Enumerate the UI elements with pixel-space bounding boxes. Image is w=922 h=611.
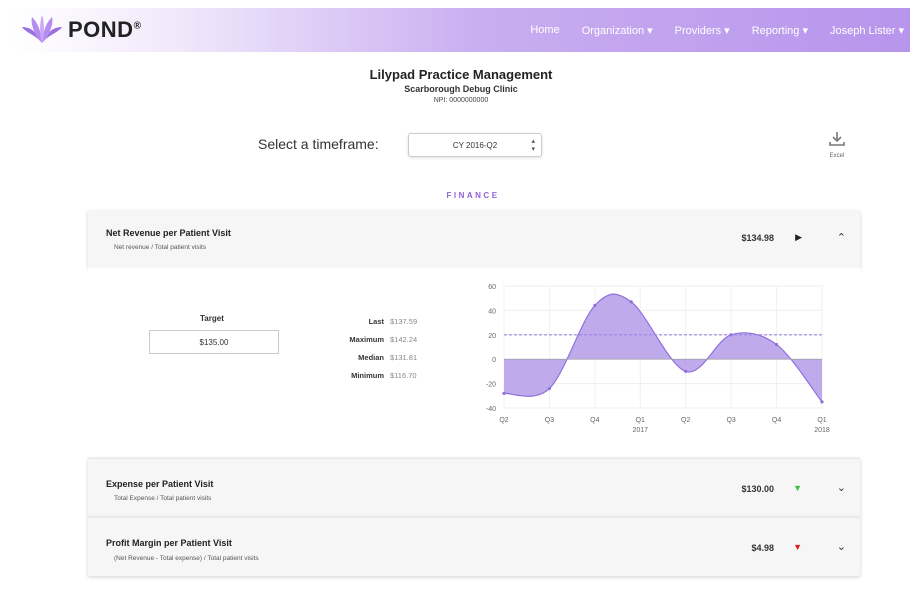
- metric-title: Net Revenue per Patient Visit: [106, 228, 231, 238]
- nav-menu: Home Organization ▾ Providers ▾ Reportin…: [508, 8, 904, 52]
- data-point: [729, 333, 733, 337]
- download-label: Excel: [829, 153, 845, 159]
- trend-down-red-icon: ▼: [793, 542, 802, 552]
- metric-formula: (Net Revenue - Total expense) / Total pa…: [114, 555, 259, 562]
- x-tick-label: Q4: [590, 417, 599, 424]
- timeframe-value: CY 2016-Q2: [452, 140, 498, 150]
- x-tick-label: Q1: [636, 417, 645, 424]
- lily-logo-icon: [22, 15, 62, 43]
- nav-providers[interactable]: Providers ▾: [675, 24, 730, 37]
- data-point: [547, 386, 552, 391]
- data-point: [593, 303, 597, 308]
- y-tick-label: -40: [486, 406, 496, 413]
- x-tick-year-label: 2017: [632, 427, 648, 434]
- metric-value: $134.98: [741, 233, 774, 243]
- npi-number: NPI: 0000000000: [433, 97, 489, 104]
- stat-median: Median $131.81: [318, 348, 438, 366]
- nav-organization[interactable]: Organization ▾: [582, 24, 653, 37]
- nav-user-menu[interactable]: Joseph Lister ▾: [830, 24, 904, 37]
- target-label: Target: [200, 314, 224, 323]
- stat-key: Maximum: [349, 334, 384, 344]
- metric-formula: Net revenue / Total patient visits: [114, 244, 207, 251]
- nav-reporting[interactable]: Reporting ▾: [752, 24, 808, 37]
- data-point: [502, 391, 506, 395]
- data-point: [820, 400, 824, 404]
- x-tick-year-label: 2018: [814, 427, 830, 434]
- stat-last: Last $137.59: [318, 312, 438, 330]
- x-tick-label: Q4: [772, 417, 781, 424]
- top-navbar: POND® Home Organization ▾ Providers ▾ Re…: [12, 8, 910, 52]
- data-point: [774, 342, 779, 347]
- metric-formula: Total Expense / Total patient visits: [114, 495, 212, 502]
- data-point: [629, 300, 633, 304]
- x-tick-label: Q2: [681, 417, 690, 424]
- chevron-down-icon[interactable]: ⌄: [837, 540, 846, 553]
- y-tick-label: 0: [492, 357, 496, 364]
- trend-down-green-icon: ▼: [793, 483, 802, 493]
- nav-home[interactable]: Home: [530, 24, 559, 36]
- chevron-down-icon[interactable]: ⌄: [837, 481, 846, 494]
- y-tick-label: 20: [488, 333, 496, 340]
- stat-value: $131.81: [390, 352, 418, 362]
- x-tick-label: Q3: [545, 417, 554, 424]
- metric-value: $130.00: [741, 484, 774, 494]
- metric-value: $4.98: [751, 543, 774, 553]
- stat-key: Last: [368, 316, 384, 326]
- section-heading: FINANCE: [446, 191, 500, 200]
- stat-minimum: Minimum $116.70: [318, 366, 438, 384]
- timeframe-label: Select a timeframe:: [258, 136, 379, 152]
- stat-key: Minimum: [351, 370, 384, 380]
- y-tick-label: -20: [486, 382, 496, 389]
- stat-value: $142.24: [390, 334, 418, 344]
- x-tick-label: Q3: [726, 417, 735, 424]
- stat-value: $137.59: [390, 316, 418, 326]
- metric-title: Expense per Patient Visit: [106, 479, 214, 489]
- y-tick-label: 60: [488, 284, 496, 291]
- chevron-up-icon[interactable]: ⌃: [837, 231, 846, 244]
- brand[interactable]: POND®: [22, 14, 141, 46]
- net-revenue-chart: 6040200-20-40Q2 Q3 Q4 Q12017Q2 Q3 Q4 Q12018: [486, 284, 830, 434]
- download-icon: [829, 132, 845, 146]
- timeframe-select[interactable]: CY 2016-Q2 ▴ ▾: [408, 133, 542, 157]
- x-tick-label: Q1: [817, 417, 826, 424]
- stat-key: Median: [358, 352, 384, 362]
- stats-list: Last $137.59 Maximum $142.24 Median $131.81…: [318, 312, 438, 384]
- metric-header-profit-margin[interactable]: Profit Margin per Patient Visit (Net Rev…: [88, 517, 860, 576]
- stat-value: $116.70: [390, 370, 417, 380]
- data-point: [684, 369, 688, 373]
- practice-title: Lilypad Practice Management: [369, 67, 553, 82]
- x-tick-label: Q2: [499, 417, 508, 424]
- select-arrows-icon: ▴ ▾: [531, 138, 535, 153]
- metric-header-expense[interactable]: Expense per Patient Visit Total Expense …: [88, 458, 860, 517]
- metric-title: Profit Margin per Patient Visit: [106, 538, 232, 548]
- clinic-name: Scarborough Debug Clinic: [404, 84, 518, 94]
- metric-header-net-revenue[interactable]: Net Revenue per Patient Visit Net revenu…: [88, 211, 860, 268]
- stat-maximum: Maximum $142.24: [318, 330, 438, 348]
- brand-name: POND®: [68, 17, 142, 42]
- target-input[interactable]: $135.00: [149, 330, 279, 354]
- y-tick-label: 40: [488, 308, 496, 315]
- trend-flat-icon: ▶: [795, 232, 802, 242]
- download-button[interactable]: Excel: [822, 130, 852, 159]
